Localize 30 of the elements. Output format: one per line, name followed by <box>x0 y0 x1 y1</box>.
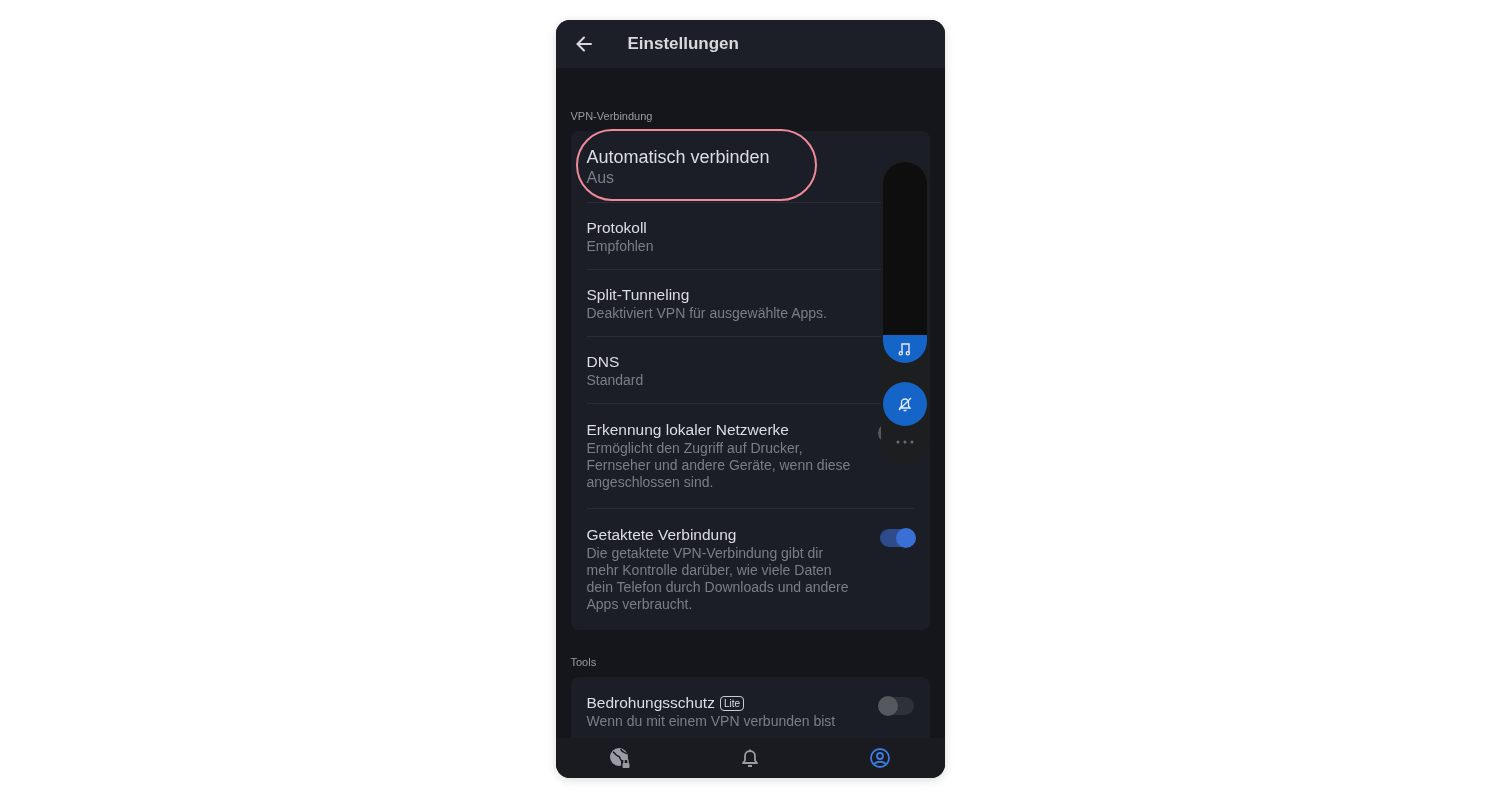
setting-title[interactable]: Bedrohungsschutz <box>586 693 715 713</box>
screen-title: Einstellungen <box>627 34 739 54</box>
setting-description: Die getaktete VPN-Verbindung gibt dir mehr Kontrolle darüber, wie viele Daten dein Telefon durch Downloads und andere Apps verbraucht. <box>586 545 850 613</box>
setting-title[interactable]: Getaktete Verbindung <box>586 525 737 545</box>
volume-slider[interactable] <box>882 162 927 363</box>
setting-description: Standard <box>586 372 645 389</box>
setting-description: Deaktiviert VPN für ausgewählte Apps. <box>586 305 828 322</box>
setting-title[interactable]: Erkennung lokaler Netzwerke <box>586 420 789 440</box>
toggle-switch[interactable] <box>879 697 914 715</box>
setting-description: Aus <box>586 168 616 188</box>
setting-row[interactable]: Getaktete Verbindung Die getaktete VPN-Verbindung gibt dir mehr Kontrolle darüber, wie viele Daten dein Telefon durch Downloads und andere Apps verbraucht. <box>586 509 914 630</box>
globe-lock-icon[interactable] <box>608 746 633 770</box>
setting-title[interactable]: Automatisch verbinden <box>586 146 770 168</box>
volume-fill[interactable] <box>882 334 927 363</box>
account-icon[interactable] <box>868 747 891 769</box>
toggle-switch[interactable] <box>879 529 914 547</box>
setting-title[interactable]: DNS <box>586 352 620 372</box>
setting-description: Ermöglicht den Zugriff auf Drucker, Fernseher und andere Geräte, wenn diese angeschlossen sind. <box>586 440 852 491</box>
bell-icon[interactable] <box>739 747 761 769</box>
section-label: VPN-Verbindung <box>570 109 654 123</box>
mute-button[interactable] <box>882 382 927 426</box>
setting-title[interactable]: Split-Tunneling <box>586 285 690 305</box>
music-note-icon <box>896 341 913 357</box>
setting-title[interactable]: Protokoll <box>586 218 647 238</box>
setting-description: Empfohlen <box>586 238 655 255</box>
section-label: Tools <box>570 655 598 669</box>
setting-description: Wenn du mit einem VPN verbunden bist <box>586 713 837 730</box>
setting-row[interactable]: Bedrohungsschutz Lite Wenn du mit einem VPN verbunden bist <box>586 677 914 738</box>
more-icon[interactable] <box>895 440 914 444</box>
lite-badge: Lite <box>719 695 744 711</box>
